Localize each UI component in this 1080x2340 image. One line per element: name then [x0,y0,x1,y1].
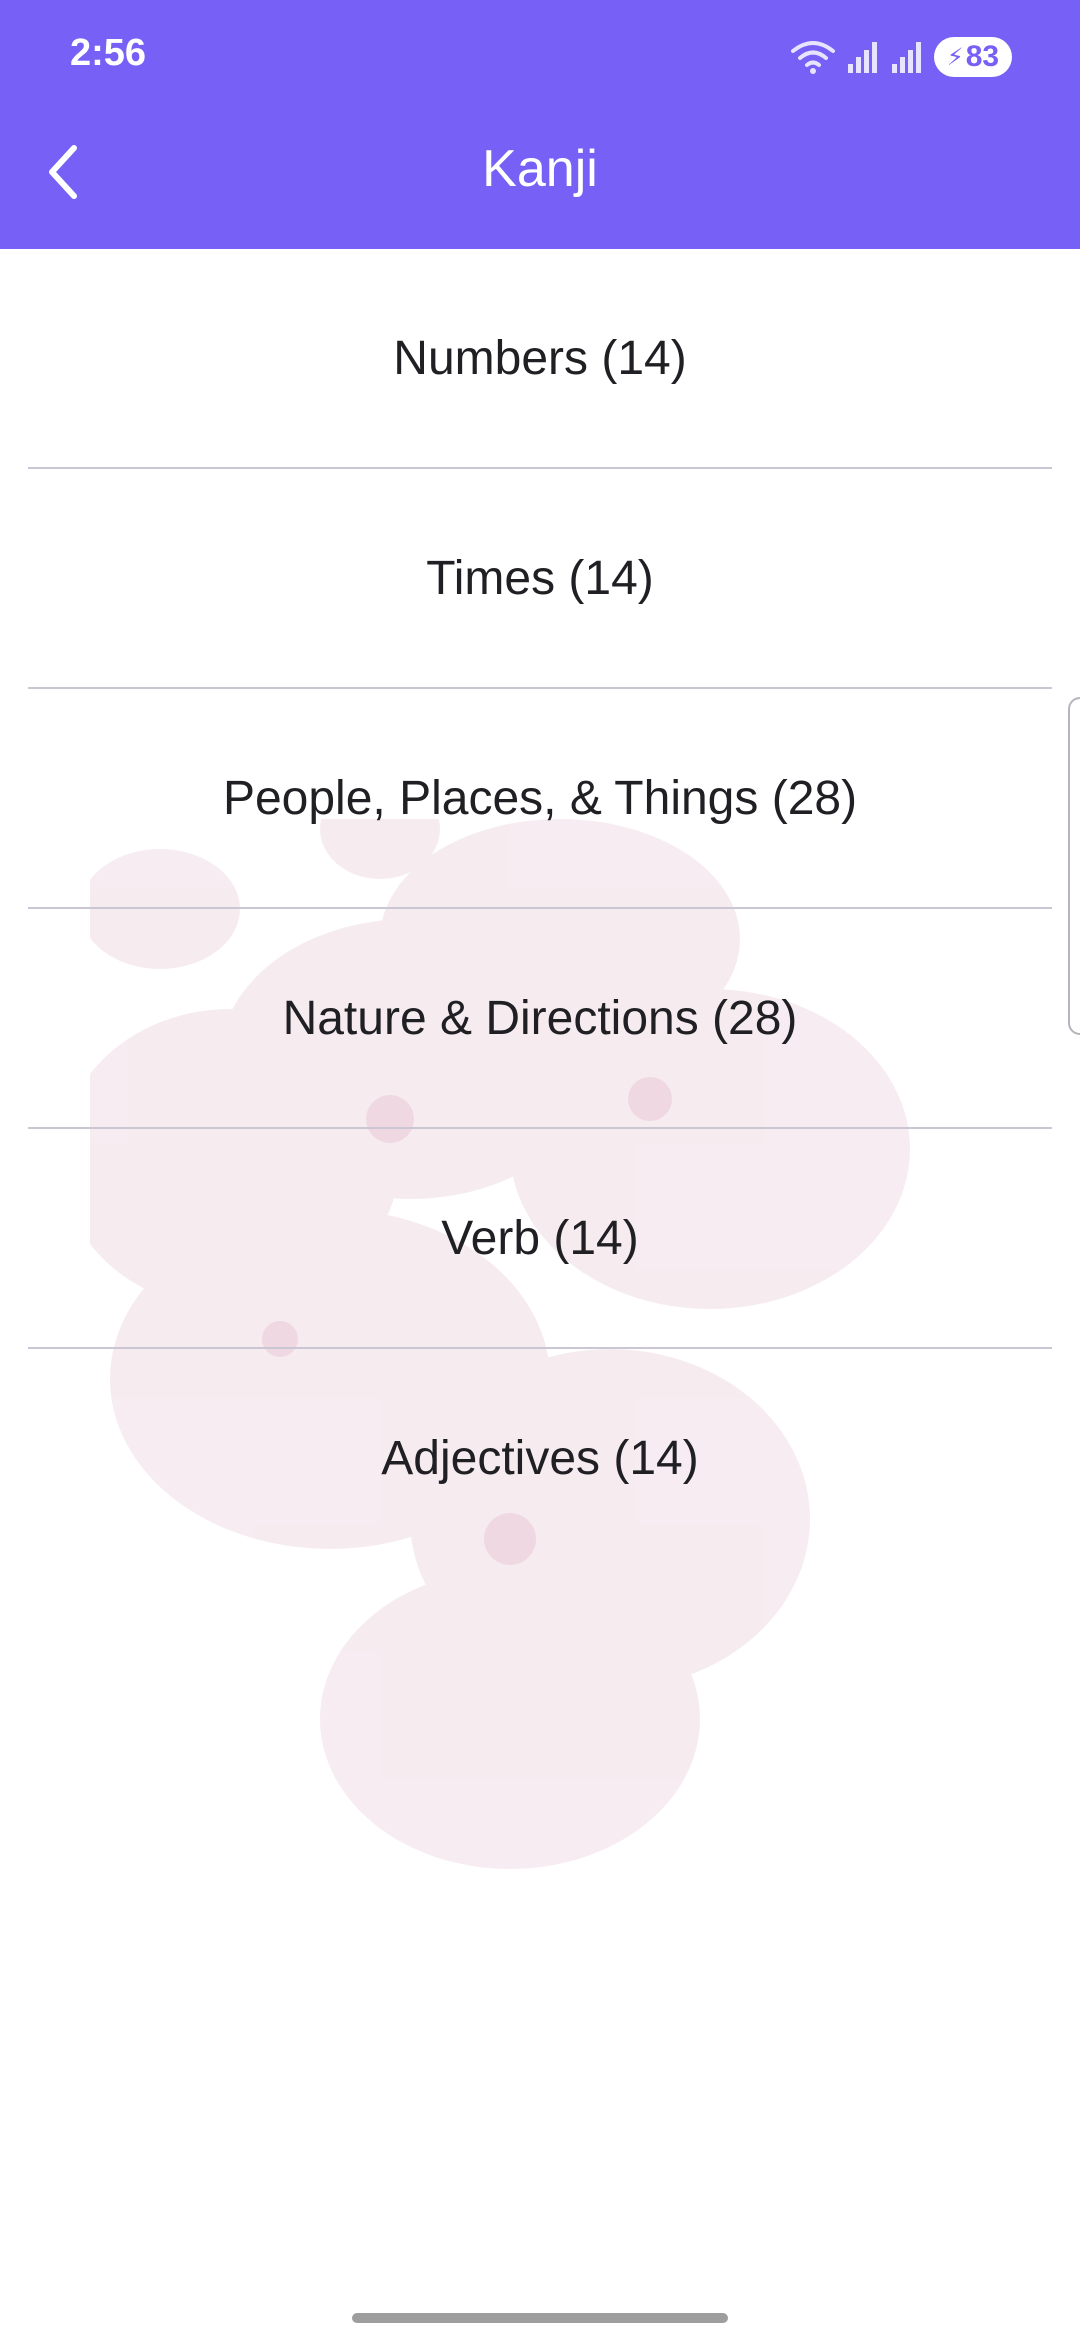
list-item-label: Numbers (14) [393,331,687,385]
list-item-label: Times (14) [426,551,654,605]
battery-indicator: ⚡ 83 [934,37,1012,77]
list-item[interactable]: Nature & Directions (28) [28,909,1052,1127]
list-item[interactable]: People, Places, & Things (28) [28,689,1052,907]
list-item[interactable]: Verb (14) [28,1129,1052,1347]
list-item-label: Nature & Directions (28) [282,991,798,1045]
category-list-screen: Numbers (14) Times (14) People, Places, … [0,249,1080,2340]
category-list: Numbers (14) Times (14) People, Places, … [28,249,1052,1567]
wifi-icon [791,41,835,74]
page-title: Kanji [482,140,598,198]
signal-icon [892,42,921,73]
app-header: 2:56 ⚡ 83 Kanji [0,0,1080,249]
list-item[interactable]: Adjectives (14) [28,1349,1052,1567]
list-item[interactable]: Numbers (14) [28,249,1052,467]
scrollbar-handle[interactable] [1068,697,1080,1035]
status-time: 2:56 [70,32,147,74]
home-indicator[interactable] [352,2313,728,2323]
list-item-label: Adjectives (14) [381,1431,699,1485]
signal-icon [848,42,877,73]
status-icons: ⚡ 83 [790,34,1012,80]
list-item-label: People, Places, & Things (28) [222,771,858,825]
battery-level: 83 [965,40,1000,73]
list-item[interactable]: Times (14) [28,469,1052,687]
battery-charging-icon: ⚡ [946,43,964,71]
list-item-label: Verb (14) [441,1211,639,1265]
